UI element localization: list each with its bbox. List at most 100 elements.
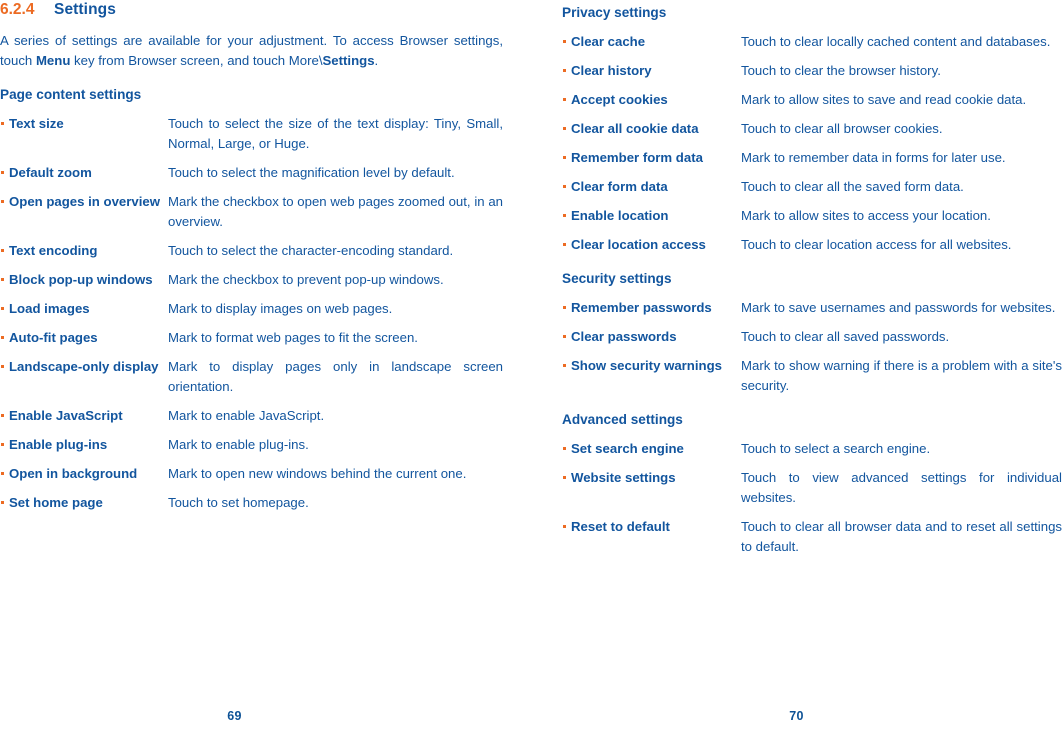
bullet-icon bbox=[562, 177, 571, 197]
right-column-body: Privacy settings Clear cache Touch to clea… bbox=[531, 0, 1062, 557]
bullet-icon bbox=[0, 464, 9, 484]
setting-description: Mark to allow sites to save and read coo… bbox=[741, 92, 1027, 107]
setting-description: Mark to show warning if there is a probl… bbox=[741, 358, 1062, 393]
setting-row: Website settings Touch to view advanced s… bbox=[562, 468, 1062, 508]
group-heading: Page content settings bbox=[0, 87, 142, 102]
setting-term: Clear cache bbox=[571, 34, 646, 49]
setting-description: Touch to clear all browser data and to r… bbox=[741, 519, 1062, 554]
setting-term: Set search engine bbox=[571, 441, 684, 456]
setting-row: Open in background Mark to open new windo… bbox=[0, 464, 503, 484]
setting-row: Auto-fit pages Mark to format web pages t… bbox=[0, 328, 503, 348]
bullet-icon bbox=[0, 328, 9, 348]
setting-term: Open pages in overview bbox=[9, 194, 160, 209]
setting-description: Mark to open new windows behind the curr… bbox=[168, 466, 467, 481]
page-number: 70 bbox=[789, 709, 804, 723]
setting-row: Enable JavaScript Mark to enable JavaScri… bbox=[0, 406, 503, 426]
bullet-icon bbox=[0, 357, 9, 377]
setting-description: Mark to format web pages to fit the scre… bbox=[168, 330, 418, 345]
setting-description: Touch to select the magnification level … bbox=[168, 165, 455, 180]
setting-term: Website settings bbox=[571, 470, 676, 485]
setting-term: Text size bbox=[9, 116, 64, 131]
bullet-icon bbox=[0, 493, 9, 513]
right-settings-groups: Privacy settings Clear cache Touch to clea… bbox=[562, 3, 1062, 557]
section-heading: 6.2.4 Settings bbox=[0, 0, 503, 20]
setting-description: Mark to remember data in forms for later… bbox=[741, 150, 1006, 165]
bullet-icon bbox=[562, 468, 571, 488]
bullet-icon bbox=[562, 119, 571, 139]
setting-row: Load images Mark to display images on web… bbox=[0, 299, 503, 319]
intro-text-3: . bbox=[374, 53, 379, 68]
setting-term: Accept cookies bbox=[571, 92, 668, 107]
setting-term: Clear history bbox=[571, 63, 652, 78]
bullet-icon bbox=[562, 206, 571, 226]
setting-row: Clear location access Touch to clear loca… bbox=[562, 235, 1062, 255]
setting-description: Mark to enable JavaScript. bbox=[168, 408, 325, 423]
setting-description: Touch to clear all saved passwords. bbox=[741, 329, 950, 344]
setting-description: Mark to enable plug-ins. bbox=[168, 437, 309, 452]
left-column-body: 6.2.4 Settings A series of settings are … bbox=[0, 0, 531, 513]
setting-description: Touch to clear all the saved form data. bbox=[741, 179, 964, 194]
setting-term: Enable location bbox=[571, 208, 669, 223]
setting-description: Touch to select a search engine. bbox=[741, 441, 931, 456]
bullet-icon bbox=[562, 327, 571, 347]
setting-description: Mark to save usernames and passwords for… bbox=[741, 300, 1056, 315]
setting-row: Block pop-up windows Mark the checkbox to… bbox=[0, 270, 503, 290]
page-70: Privacy settings Clear cache Touch to clea… bbox=[531, 0, 1062, 731]
setting-description: Mark to allow sites to access your locat… bbox=[741, 208, 991, 223]
setting-term: Load images bbox=[9, 301, 90, 316]
setting-term: Enable plug-ins bbox=[9, 437, 108, 452]
setting-term: Text encoding bbox=[9, 243, 98, 258]
setting-term: Clear location access bbox=[571, 237, 706, 252]
setting-row: Clear cache Touch to clear locally cached… bbox=[562, 32, 1062, 52]
group-heading: Advanced settings bbox=[562, 412, 683, 427]
bullet-icon bbox=[562, 148, 571, 168]
setting-description: Touch to set homepage. bbox=[168, 495, 309, 510]
setting-term: Clear passwords bbox=[571, 329, 677, 344]
intro-paragraph: A series of settings are available for y… bbox=[0, 31, 503, 71]
setting-term: Auto-fit pages bbox=[9, 330, 98, 345]
setting-row: Show security warnings Mark to show warni… bbox=[562, 356, 1062, 396]
setting-row: Enable location Mark to allow sites to ac… bbox=[562, 206, 1062, 226]
bullet-icon bbox=[562, 517, 571, 537]
setting-term: Default zoom bbox=[9, 165, 92, 180]
setting-term: Remember form data bbox=[571, 150, 703, 165]
section-number: 6.2.4 bbox=[0, 1, 35, 18]
setting-description: Touch to select the character-encoding s… bbox=[168, 243, 454, 258]
setting-row: Text encoding Touch to select the charact… bbox=[0, 241, 503, 261]
setting-row: Set search engine Touch to select a searc… bbox=[562, 439, 1062, 459]
page-69: 6.2.4 Settings A series of settings are … bbox=[0, 0, 531, 731]
bullet-icon bbox=[562, 235, 571, 255]
setting-term: Enable JavaScript bbox=[9, 408, 123, 423]
setting-term: Open in background bbox=[9, 466, 138, 481]
bullet-icon bbox=[562, 32, 571, 52]
setting-term: Clear form data bbox=[571, 179, 668, 194]
group-heading: Security settings bbox=[562, 271, 672, 286]
setting-row: Clear form data Touch to clear all the sa… bbox=[562, 177, 1062, 197]
group-heading: Privacy settings bbox=[562, 5, 667, 20]
setting-row: Open pages in overview Mark the checkbox … bbox=[0, 192, 503, 232]
bullet-icon bbox=[0, 241, 9, 261]
setting-description: Touch to view advanced settings for indi… bbox=[741, 470, 1062, 505]
left-settings-groups: Page content settings Text size Touch to s… bbox=[0, 85, 503, 513]
setting-term: Clear all cookie data bbox=[571, 121, 699, 136]
bullet-icon bbox=[0, 163, 9, 183]
bullet-icon bbox=[0, 114, 9, 134]
setting-row: Accept cookies Mark to allow sites to sav… bbox=[562, 90, 1062, 110]
intro-text-2: key from Browser screen, and touch More\ bbox=[70, 53, 323, 68]
setting-description: Mark to display pages only in landscape … bbox=[168, 359, 503, 394]
bullet-icon bbox=[562, 298, 571, 318]
setting-term: Reset to default bbox=[571, 519, 670, 534]
bullet-icon bbox=[562, 439, 571, 459]
setting-description: Touch to select the size of the text dis… bbox=[168, 116, 503, 151]
setting-row: Text size Touch to select the size of the… bbox=[0, 114, 503, 154]
setting-description: Mark the checkbox to open web pages zoom… bbox=[168, 194, 503, 229]
setting-row: Remember form data Mark to remember data … bbox=[562, 148, 1062, 168]
bullet-icon bbox=[0, 435, 9, 455]
setting-description: Touch to clear location access for all w… bbox=[741, 237, 1012, 252]
bullet-icon bbox=[562, 61, 571, 81]
bullet-icon bbox=[0, 299, 9, 319]
setting-term: Landscape-only display bbox=[9, 359, 159, 374]
setting-description: Mark to display images on web pages. bbox=[168, 301, 393, 316]
setting-row: Clear all cookie data Touch to clear all … bbox=[562, 119, 1062, 139]
setting-description: Touch to clear locally cached content an… bbox=[741, 34, 1051, 49]
